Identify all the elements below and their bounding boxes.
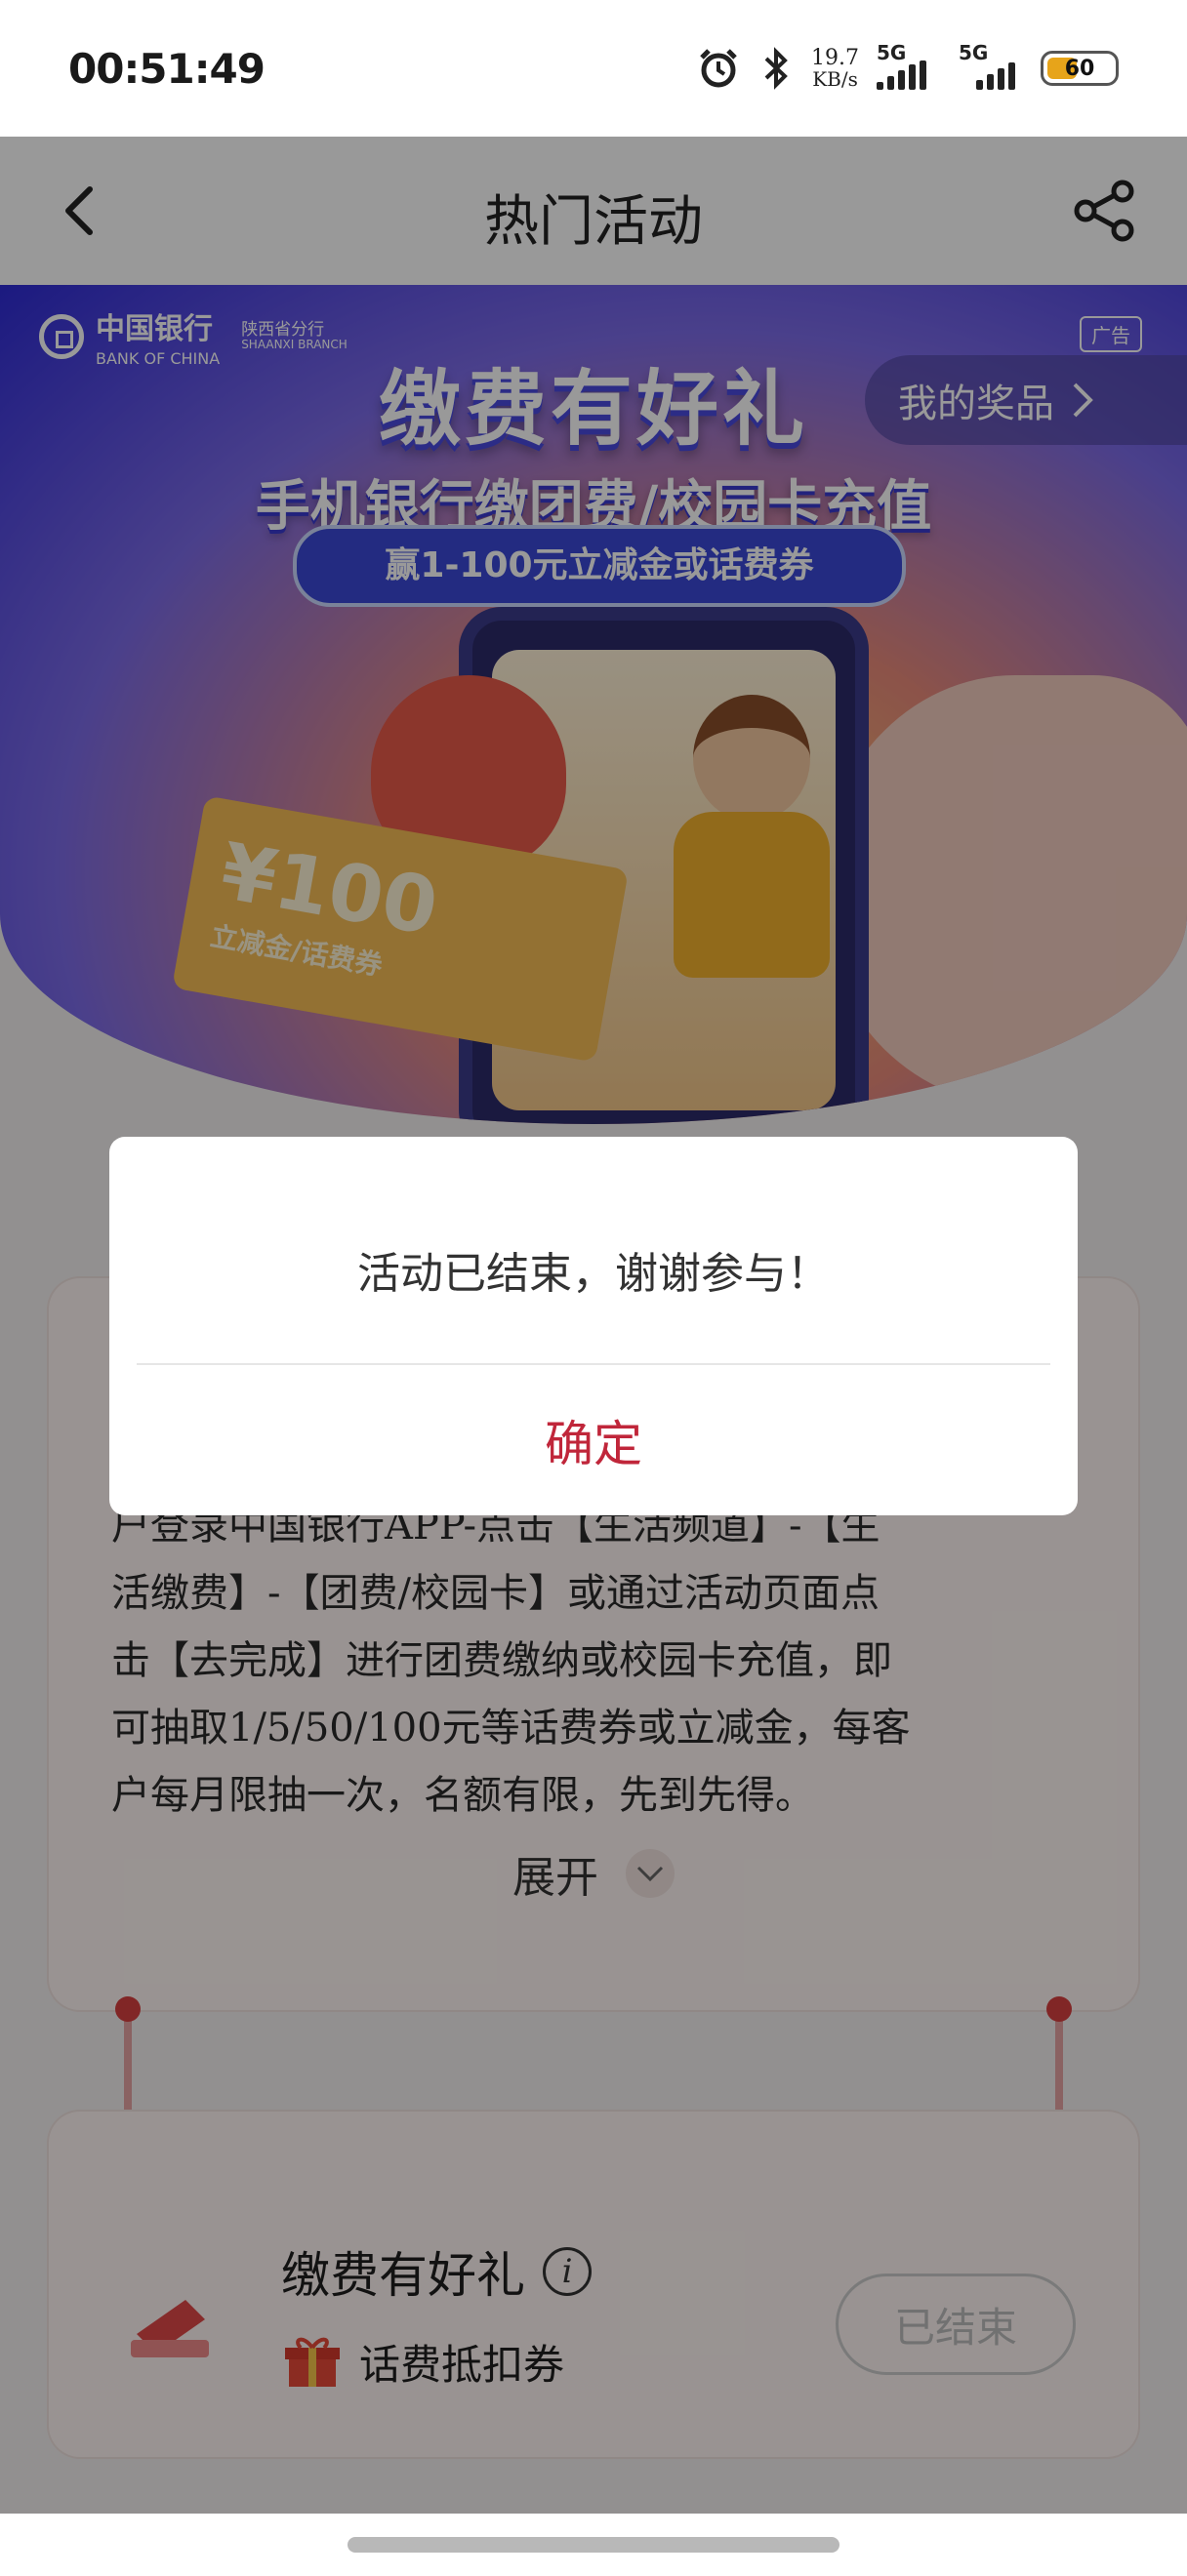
- battery-icon: 60: [1041, 51, 1119, 86]
- status-time: 00:51:49: [68, 44, 266, 93]
- activity-ended-dialog: 活动已结束，谢谢参与！ 确定: [109, 1137, 1078, 1515]
- bluetooth-icon: [764, 47, 788, 90]
- network-speed: 19.7 KB/s: [811, 46, 859, 91]
- confirm-button[interactable]: 确定: [109, 1365, 1078, 1515]
- home-indicator[interactable]: [348, 2537, 839, 2553]
- network-speed-value: 19.7: [811, 46, 859, 70]
- battery-level: 60: [1064, 56, 1095, 81]
- alarm-icon: [700, 49, 737, 88]
- signal-sim2-icon: 5G: [959, 41, 1023, 90]
- sim1-label: 5G: [877, 41, 907, 64]
- dialog-message: 活动已结束，谢谢参与！: [357, 1249, 830, 1299]
- network-speed-unit: KB/s: [812, 67, 858, 91]
- signal-sim1-icon: 5G: [877, 41, 941, 90]
- sim2-label: 5G: [959, 41, 989, 64]
- status-bar: 00:51:49 19.7 KB/s 5G 5G 60: [0, 0, 1187, 137]
- status-icons: 19.7 KB/s 5G 5G 60: [696, 41, 1119, 91]
